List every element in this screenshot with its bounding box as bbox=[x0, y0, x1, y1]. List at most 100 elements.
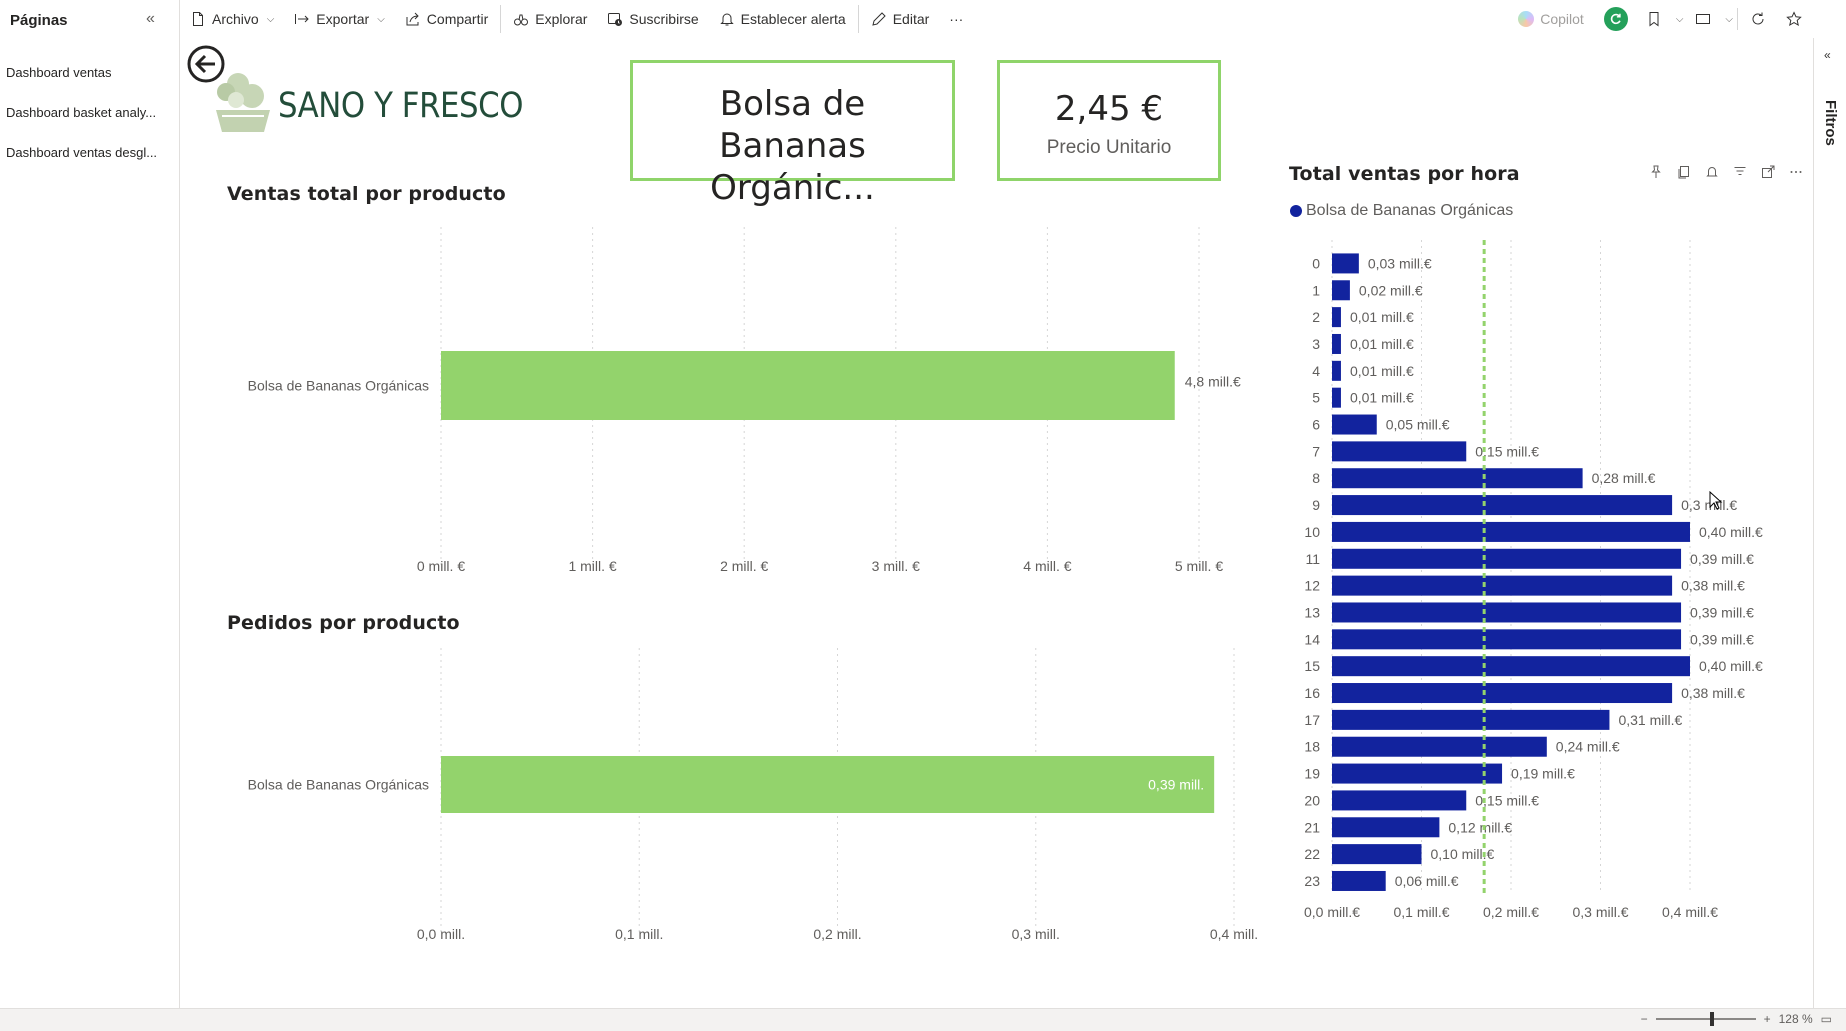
toolbar-divider bbox=[1737, 8, 1738, 30]
hour-bar bbox=[1332, 709, 1610, 730]
bookmark-icon[interactable] bbox=[1638, 0, 1670, 38]
copilot-label: Copilot bbox=[1540, 11, 1584, 27]
chevron-down-icon[interactable]: ⌵ bbox=[1676, 14, 1684, 25]
chevron-down-icon: ⌵ bbox=[266, 13, 275, 25]
alert-bell-icon[interactable] bbox=[1704, 164, 1720, 180]
pages-title: Páginas bbox=[10, 12, 68, 29]
set-alert-label: Establecer alerta bbox=[740, 11, 846, 27]
view-icon[interactable] bbox=[1687, 0, 1719, 38]
hour-label: 18 bbox=[1304, 739, 1320, 755]
collapse-pages-icon[interactable]: « bbox=[146, 10, 155, 28]
hour-label: 13 bbox=[1304, 604, 1320, 620]
hour-label: 15 bbox=[1304, 658, 1320, 674]
page-link-dashboard-basket[interactable]: Dashboard basket analy... bbox=[6, 105, 176, 120]
favorite-star-icon[interactable] bbox=[1778, 0, 1810, 38]
data-label: 0,39 mill. bbox=[1148, 777, 1204, 793]
page-link-dashboard-ventas-desglose[interactable]: Dashboard ventas desgl... bbox=[6, 145, 176, 160]
logo-text: SANO Y FRESCO bbox=[278, 86, 524, 126]
x-tick-label: 4 mill. € bbox=[1023, 558, 1071, 574]
subscribe-icon bbox=[608, 13, 623, 26]
hour-label: 14 bbox=[1304, 631, 1320, 647]
document-icon bbox=[193, 12, 203, 26]
zoom-slider-thumb[interactable] bbox=[1709, 1012, 1714, 1026]
edit-label: Editar bbox=[892, 11, 930, 27]
orders-by-product-chart[interactable]: 0,0 mill. 0,1 mill. 0,2 mill. 0,3 mill. 0,4 … bbox=[220, 648, 1280, 948]
product-card-value: Bolsa de Bananas Orgánic... bbox=[633, 63, 952, 209]
hour-label: 1 bbox=[1312, 282, 1320, 298]
category-label: Bolsa de Bananas Orgánicas bbox=[248, 777, 429, 793]
category-label: Bolsa de Bananas Orgánicas bbox=[248, 378, 429, 394]
reload-icon[interactable] bbox=[1742, 0, 1774, 38]
data-label: 0,19 mill.€ bbox=[1511, 766, 1575, 782]
hour-bar bbox=[1332, 333, 1341, 354]
set-alert-button[interactable]: Establecer alerta bbox=[709, 0, 856, 38]
data-label: 4,8 mill.€ bbox=[1185, 374, 1241, 390]
expand-filters-icon[interactable]: « bbox=[1824, 48, 1831, 62]
chart-legend[interactable]: Bolsa de Bananas Orgánicas bbox=[1290, 202, 1513, 220]
x-tick-label: 0,2 mill.€ bbox=[1483, 904, 1539, 920]
x-tick-label: 0,0 mill.€ bbox=[1304, 904, 1360, 920]
focus-mode-icon[interactable] bbox=[1760, 164, 1776, 180]
mouse-cursor-icon bbox=[1709, 491, 1723, 510]
chevron-down-icon[interactable]: ⌵ bbox=[1725, 14, 1733, 25]
x-tick-label: 0,4 mill. bbox=[1210, 926, 1258, 942]
data-label: 0,38 mill.€ bbox=[1681, 685, 1745, 701]
zoom-in-button[interactable]: + bbox=[1764, 1012, 1771, 1026]
x-tick-label: 2 mill. € bbox=[720, 558, 768, 574]
subscribe-button[interactable]: Suscribirse bbox=[597, 0, 708, 38]
fit-page-icon[interactable]: ▭ bbox=[1821, 1012, 1832, 1026]
more-options-icon[interactable] bbox=[1788, 164, 1804, 180]
zoom-out-button[interactable]: − bbox=[1641, 1012, 1648, 1026]
hour-bar bbox=[1332, 763, 1503, 784]
x-tick-label: 0,3 mill.€ bbox=[1572, 904, 1628, 920]
hour-label: 3 bbox=[1312, 336, 1320, 352]
export-menu[interactable]: Exportar ⌵ bbox=[284, 0, 395, 38]
toolbar-divider bbox=[500, 5, 502, 33]
pin-icon[interactable] bbox=[1648, 164, 1664, 180]
hour-label: 22 bbox=[1304, 846, 1320, 862]
data-label: 0,38 mill.€ bbox=[1681, 578, 1745, 594]
zoom-slider[interactable] bbox=[1655, 1012, 1756, 1026]
bar bbox=[441, 351, 1175, 420]
copy-icon[interactable] bbox=[1676, 164, 1692, 180]
file-menu[interactable]: Archivo ⌵ bbox=[180, 0, 284, 38]
binoculars-icon bbox=[514, 14, 529, 26]
zoom-level: 128 % bbox=[1778, 1012, 1813, 1026]
sales-by-hour-chart[interactable]: 0,0 mill.€ 0,1 mill.€ 0,2 mill.€ 0,3 mill.€… bbox=[1290, 235, 1810, 935]
filters-label[interactable]: Filtros bbox=[1822, 100, 1839, 146]
company-logo: SANO Y FRESCO bbox=[212, 68, 542, 138]
copilot-button[interactable]: Copilot bbox=[1508, 11, 1594, 27]
sales-by-product-chart[interactable]: 0 mill. € 1 mill. € 2 mill. € 3 mill. € 4 mi… bbox=[220, 215, 1260, 585]
explore-button[interactable]: Explorar bbox=[503, 0, 597, 38]
hour-bar bbox=[1332, 548, 1682, 569]
hour-label: 20 bbox=[1304, 792, 1320, 808]
copilot-icon bbox=[1518, 11, 1535, 27]
unit-price-value: 2,45 € bbox=[1054, 89, 1164, 129]
share-button[interactable]: Compartir bbox=[395, 0, 498, 38]
product-card[interactable]: Bolsa de Bananas Orgánic... bbox=[630, 60, 955, 208]
bell-icon bbox=[719, 13, 734, 26]
unit-price-card[interactable]: 2,45 € Precio Unitario bbox=[997, 60, 1221, 181]
x-tick-label: 0,0 mill. bbox=[417, 926, 465, 942]
data-label: 0,06 mill.€ bbox=[1395, 873, 1459, 889]
filters-pane: « Filtros bbox=[1813, 38, 1846, 1008]
refresh-status-icon[interactable] bbox=[1603, 7, 1628, 31]
share-label: Compartir bbox=[426, 11, 489, 27]
data-label: 0,39 mill.€ bbox=[1690, 551, 1754, 567]
hour-bar bbox=[1332, 656, 1690, 677]
x-tick-label: 3 mill. € bbox=[872, 558, 920, 574]
edit-button[interactable]: Editar bbox=[861, 0, 940, 38]
hour-label: 11 bbox=[1305, 551, 1320, 567]
page-link-dashboard-ventas[interactable]: Dashboard ventas bbox=[6, 65, 176, 80]
more-options-button[interactable]: ··· bbox=[939, 0, 973, 38]
hour-bar bbox=[1332, 468, 1583, 489]
toolbar-right: Copilot ⌵ ⌵ bbox=[1508, 0, 1810, 38]
hour-label: 21 bbox=[1304, 819, 1320, 835]
x-tick-label: 1 mill. € bbox=[568, 558, 616, 574]
hour-bar bbox=[1332, 414, 1377, 435]
file-label: Archivo bbox=[212, 11, 259, 27]
data-label: 0,01 mill.€ bbox=[1350, 309, 1414, 325]
x-tick-label: 0,4 mill.€ bbox=[1662, 904, 1718, 920]
data-label: 0,39 mill.€ bbox=[1690, 604, 1754, 620]
filter-icon[interactable] bbox=[1732, 164, 1748, 180]
